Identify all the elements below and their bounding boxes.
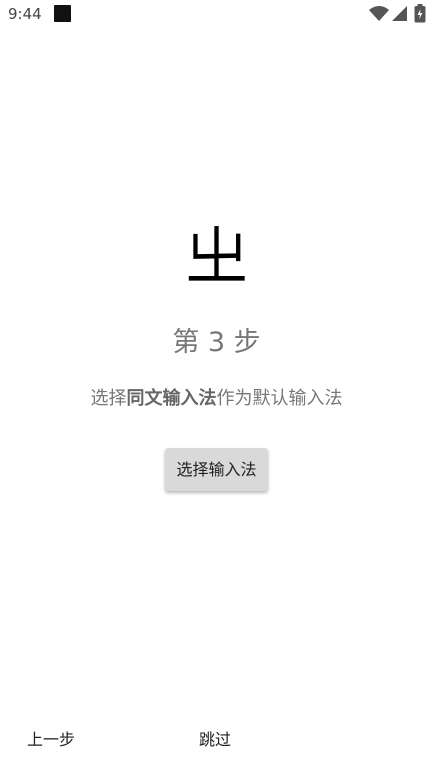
step-title: 第 3 步 [172,327,261,358]
ime-name: 同文输入法 [126,388,217,409]
instruction-text: 选择同文输入法作为默认输入法 [0,386,433,412]
skip-button[interactable]: 跳过 [199,728,231,752]
wifi-icon [369,6,389,21]
signal-icon [392,6,407,21]
app-logo: 㞢 [184,221,249,295]
select-ime-button[interactable]: 选择输入法 [165,448,268,491]
previous-step-button[interactable]: 上一步 [27,728,75,752]
instruction-prefix: 选择 [90,388,127,409]
notification-icon [54,5,71,22]
status-bar: 9:44 [0,0,433,30]
status-time: 9:44 [8,5,42,23]
instruction-suffix: 作为默认输入法 [216,388,343,409]
battery-icon [414,4,426,23]
